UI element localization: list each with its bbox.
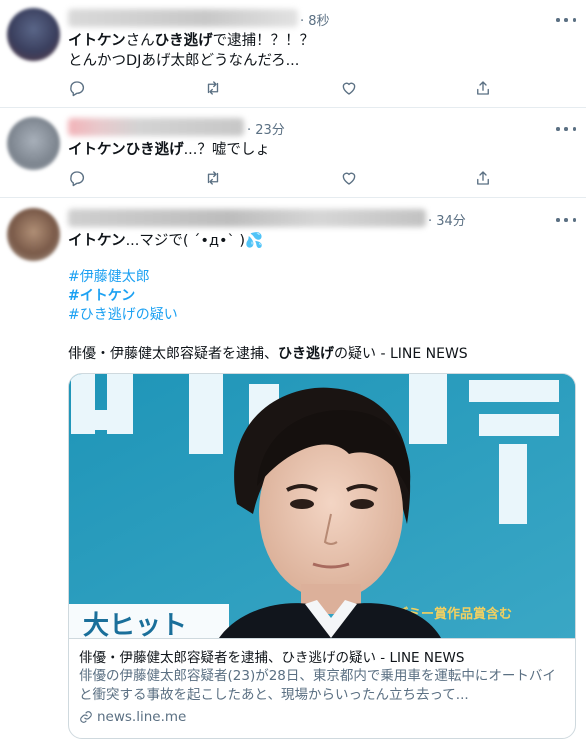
shared-link-text: 俳優・伊藤健太郎容疑者を逮捕、ひき逃げの疑い - LINE NEWS: [68, 344, 468, 364]
text-fragment: ...マジで( ´•д•` )💦: [125, 233, 264, 249]
avatar[interactable]: [7, 208, 60, 261]
text-highlight: イトケン: [68, 33, 126, 49]
tweet-text-line-1: イトケン...マジで( ´•д•` )💦: [68, 231, 263, 251]
reply-icon[interactable]: [68, 169, 88, 189]
author-name-blurred[interactable]: [68, 118, 244, 136]
card-description: 俳優の伊藤健太郎容疑者(23)が28日、東京都内で乗用車を運転中にオートバイと衝…: [79, 668, 556, 703]
tweet-timestamp[interactable]: · 8秒: [300, 10, 330, 29]
link-icon: [80, 711, 92, 723]
like-icon[interactable]: [340, 169, 360, 189]
tweet-text-line-1: イトケンひき逃げ...？嘘でしょ: [68, 140, 270, 160]
card-title: 俳優・伊藤健太郎容疑者を逮捕、ひき逃げの疑い - LINE NEWS: [79, 650, 465, 666]
text-fragment: 俳優・伊藤健太郎容疑者を逮捕、: [68, 346, 278, 362]
card-domain: news.line.me: [97, 709, 187, 725]
card-body[interactable]: 俳優・伊藤健太郎容疑者を逮捕、ひき逃げの疑い - LINE NEWS 俳優の伊藤…: [69, 638, 575, 738]
avatar[interactable]: [7, 117, 60, 170]
author-name-blurred[interactable]: [68, 209, 426, 227]
retweet-icon[interactable]: [204, 169, 224, 189]
tweet-actions: [68, 169, 508, 189]
text-fragment: さん: [125, 33, 155, 49]
more-icon[interactable]: [556, 12, 576, 28]
more-icon[interactable]: [556, 121, 576, 137]
text-highlight: ひき逃げ: [154, 33, 213, 49]
image-banner-text: 大ヒット: [83, 611, 187, 638]
tweet-timestamp[interactable]: · 34分: [428, 210, 466, 229]
text-fragment: で逮捕！？！？: [212, 33, 315, 49]
like-icon[interactable]: [340, 79, 360, 99]
author-name-blurred[interactable]: [68, 9, 298, 27]
share-icon[interactable]: [474, 79, 494, 99]
tweet-1[interactable]: · 8秒 イトケンさんひき逃げで逮捕！？！？ とんかつDJあげ太郎どうなんだろ.…: [0, 0, 586, 108]
tweet-2[interactable]: · 23分 イトケンひき逃げ...？嘘でしょ: [0, 108, 586, 198]
link-card[interactable]: 大ヒット アカデミー賞作品賞含む 俳優・伊藤健太郎容疑者を逮捕、ひき逃げの疑い: [68, 373, 576, 739]
more-icon[interactable]: [556, 212, 576, 228]
tweet-timestamp[interactable]: · 23分: [247, 119, 285, 138]
tweet-text-line-1: イトケンさんひき逃げで逮捕！？！？: [68, 31, 314, 51]
reply-icon[interactable]: [68, 79, 88, 99]
avatar[interactable]: [7, 8, 60, 61]
tweet-actions: [68, 79, 508, 99]
text-highlight: イトケンひき逃げ: [68, 142, 184, 158]
text-highlight: ひき逃げ: [278, 346, 334, 362]
tweet-text-line-2: とんかつDJあげ太郎どうなんだろ...: [68, 53, 300, 69]
share-icon[interactable]: [474, 169, 494, 189]
hashtag-link[interactable]: #イトケン: [68, 287, 135, 306]
text-fragment: の疑い - LINE NEWS: [334, 346, 468, 362]
text-fragment: ...？嘘でしょ: [183, 142, 270, 158]
card-domain-row: news.line.me: [79, 708, 567, 726]
hashtag-link[interactable]: #ひき逃げの疑い: [68, 306, 178, 325]
text-highlight: イトケン: [68, 233, 126, 249]
hashtag-link[interactable]: #伊藤健太郎: [68, 268, 150, 287]
retweet-icon[interactable]: [204, 79, 224, 99]
card-image[interactable]: 大ヒット アカデミー賞作品賞含む: [69, 374, 575, 638]
